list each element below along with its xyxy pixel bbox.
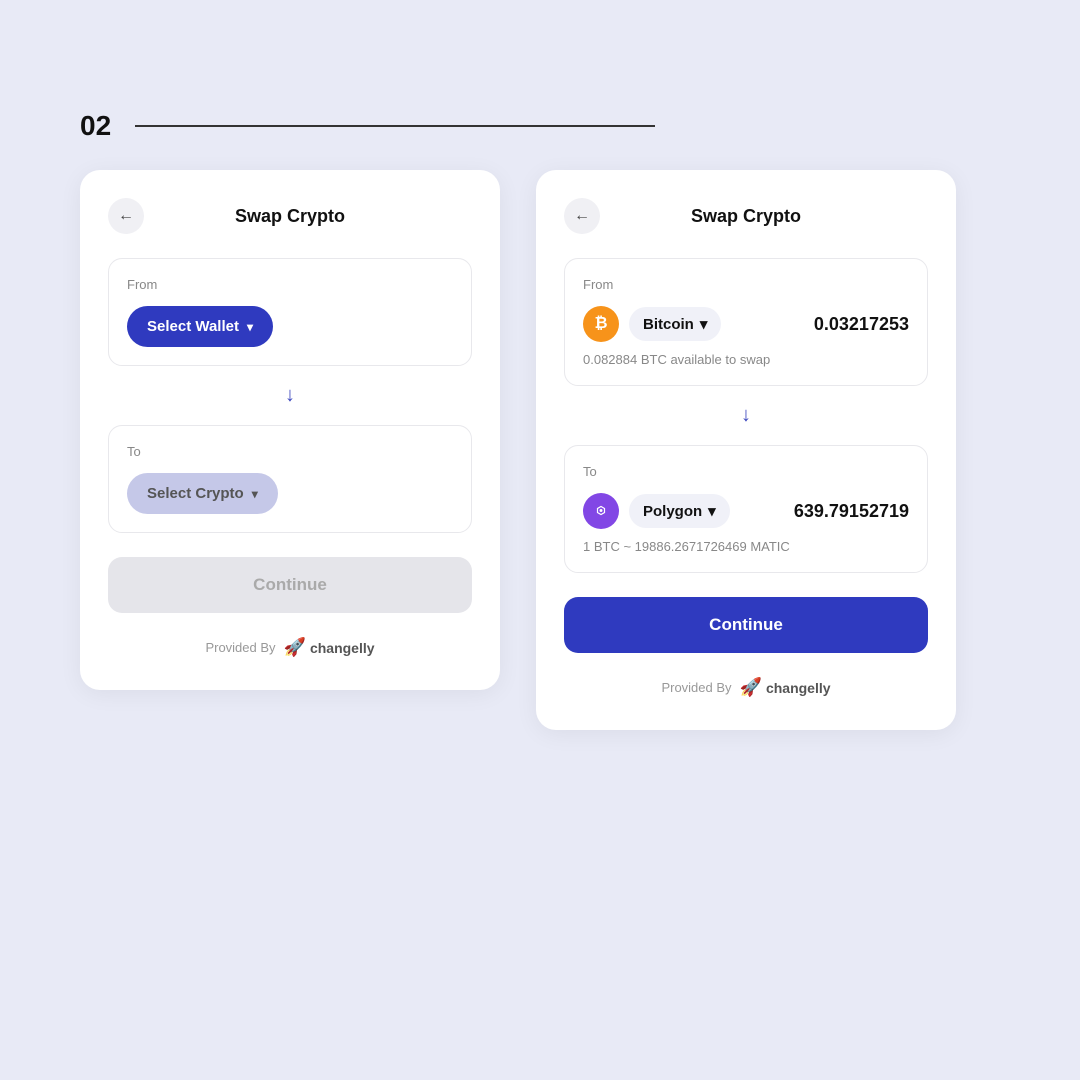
changelly-rocket-icon: 🚀 <box>284 637 306 658</box>
bitcoin-available: 0.082884 BTC available to swap <box>583 352 909 367</box>
right-to-section: To Polygon ▾ <box>564 445 928 573</box>
right-from-label: From <box>583 277 909 292</box>
polygon-icon <box>583 493 619 529</box>
left-changelly-logo: 🚀 changelly <box>284 637 375 658</box>
polygon-conversion: 1 BTC ~ 19886.2671726469 MATIC <box>583 539 909 554</box>
left-from-section: From Select Wallet ▾ <box>108 258 472 366</box>
right-continue-button[interactable]: Continue <box>564 597 928 653</box>
left-from-label: From <box>127 277 453 292</box>
left-card: ← Swap Crypto From Select Wallet ▾ ↓ To … <box>80 170 500 690</box>
right-from-section: From ₿ Bitcoin ▾ 0.03217253 0.082884 BTC… <box>564 258 928 386</box>
polygon-chevron: ▾ <box>708 502 716 520</box>
bitcoin-selector-button[interactable]: Bitcoin ▾ <box>629 307 721 341</box>
right-changelly-rocket-icon: 🚀 <box>740 677 762 698</box>
polygon-amount: 639.79152719 <box>794 501 909 522</box>
right-from-crypto-row: ₿ Bitcoin ▾ 0.03217253 <box>583 306 909 342</box>
step-divider <box>135 125 655 127</box>
right-card-header: ← Swap Crypto <box>564 198 928 234</box>
right-card-title: Swap Crypto <box>612 206 880 227</box>
step-header: 02 <box>80 110 1000 142</box>
left-back-button[interactable]: ← <box>108 198 144 234</box>
right-back-button[interactable]: ← <box>564 198 600 234</box>
left-to-label: To <box>127 444 453 459</box>
bitcoin-chevron: ▾ <box>700 315 708 333</box>
left-card-header: ← Swap Crypto <box>108 198 472 234</box>
right-to-crypto-row: Polygon ▾ 639.79152719 <box>583 493 909 529</box>
left-arrow-down: ↓ <box>108 366 472 425</box>
right-to-label: To <box>583 464 909 479</box>
select-wallet-chevron: ▾ <box>247 320 253 334</box>
right-provided-by: Provided By 🚀 changelly <box>564 677 928 698</box>
right-to-crypto-left: Polygon ▾ <box>583 493 730 529</box>
step-number: 02 <box>80 110 111 142</box>
left-provided-by: Provided By 🚀 changelly <box>108 637 472 658</box>
select-crypto-chevron: ▾ <box>252 487 258 501</box>
right-arrow-down: ↓ <box>564 386 928 445</box>
right-from-crypto-left: ₿ Bitcoin ▾ <box>583 306 721 342</box>
select-wallet-button[interactable]: Select Wallet ▾ <box>127 306 273 347</box>
page-wrapper: 02 ← Swap Crypto From Select Wallet ▾ ↓ <box>0 0 1080 1080</box>
bitcoin-icon: ₿ <box>583 306 619 342</box>
left-to-section: To Select Crypto ▾ <box>108 425 472 533</box>
right-changelly-logo: 🚀 changelly <box>740 677 831 698</box>
polygon-selector-button[interactable]: Polygon ▾ <box>629 494 730 528</box>
select-crypto-button[interactable]: Select Crypto ▾ <box>127 473 278 514</box>
bitcoin-amount: 0.03217253 <box>814 314 909 335</box>
right-card: ← Swap Crypto From ₿ Bitcoin ▾ <box>536 170 956 730</box>
cards-row: ← Swap Crypto From Select Wallet ▾ ↓ To … <box>80 170 1000 730</box>
left-card-title: Swap Crypto <box>156 206 424 227</box>
left-continue-button[interactable]: Continue <box>108 557 472 613</box>
